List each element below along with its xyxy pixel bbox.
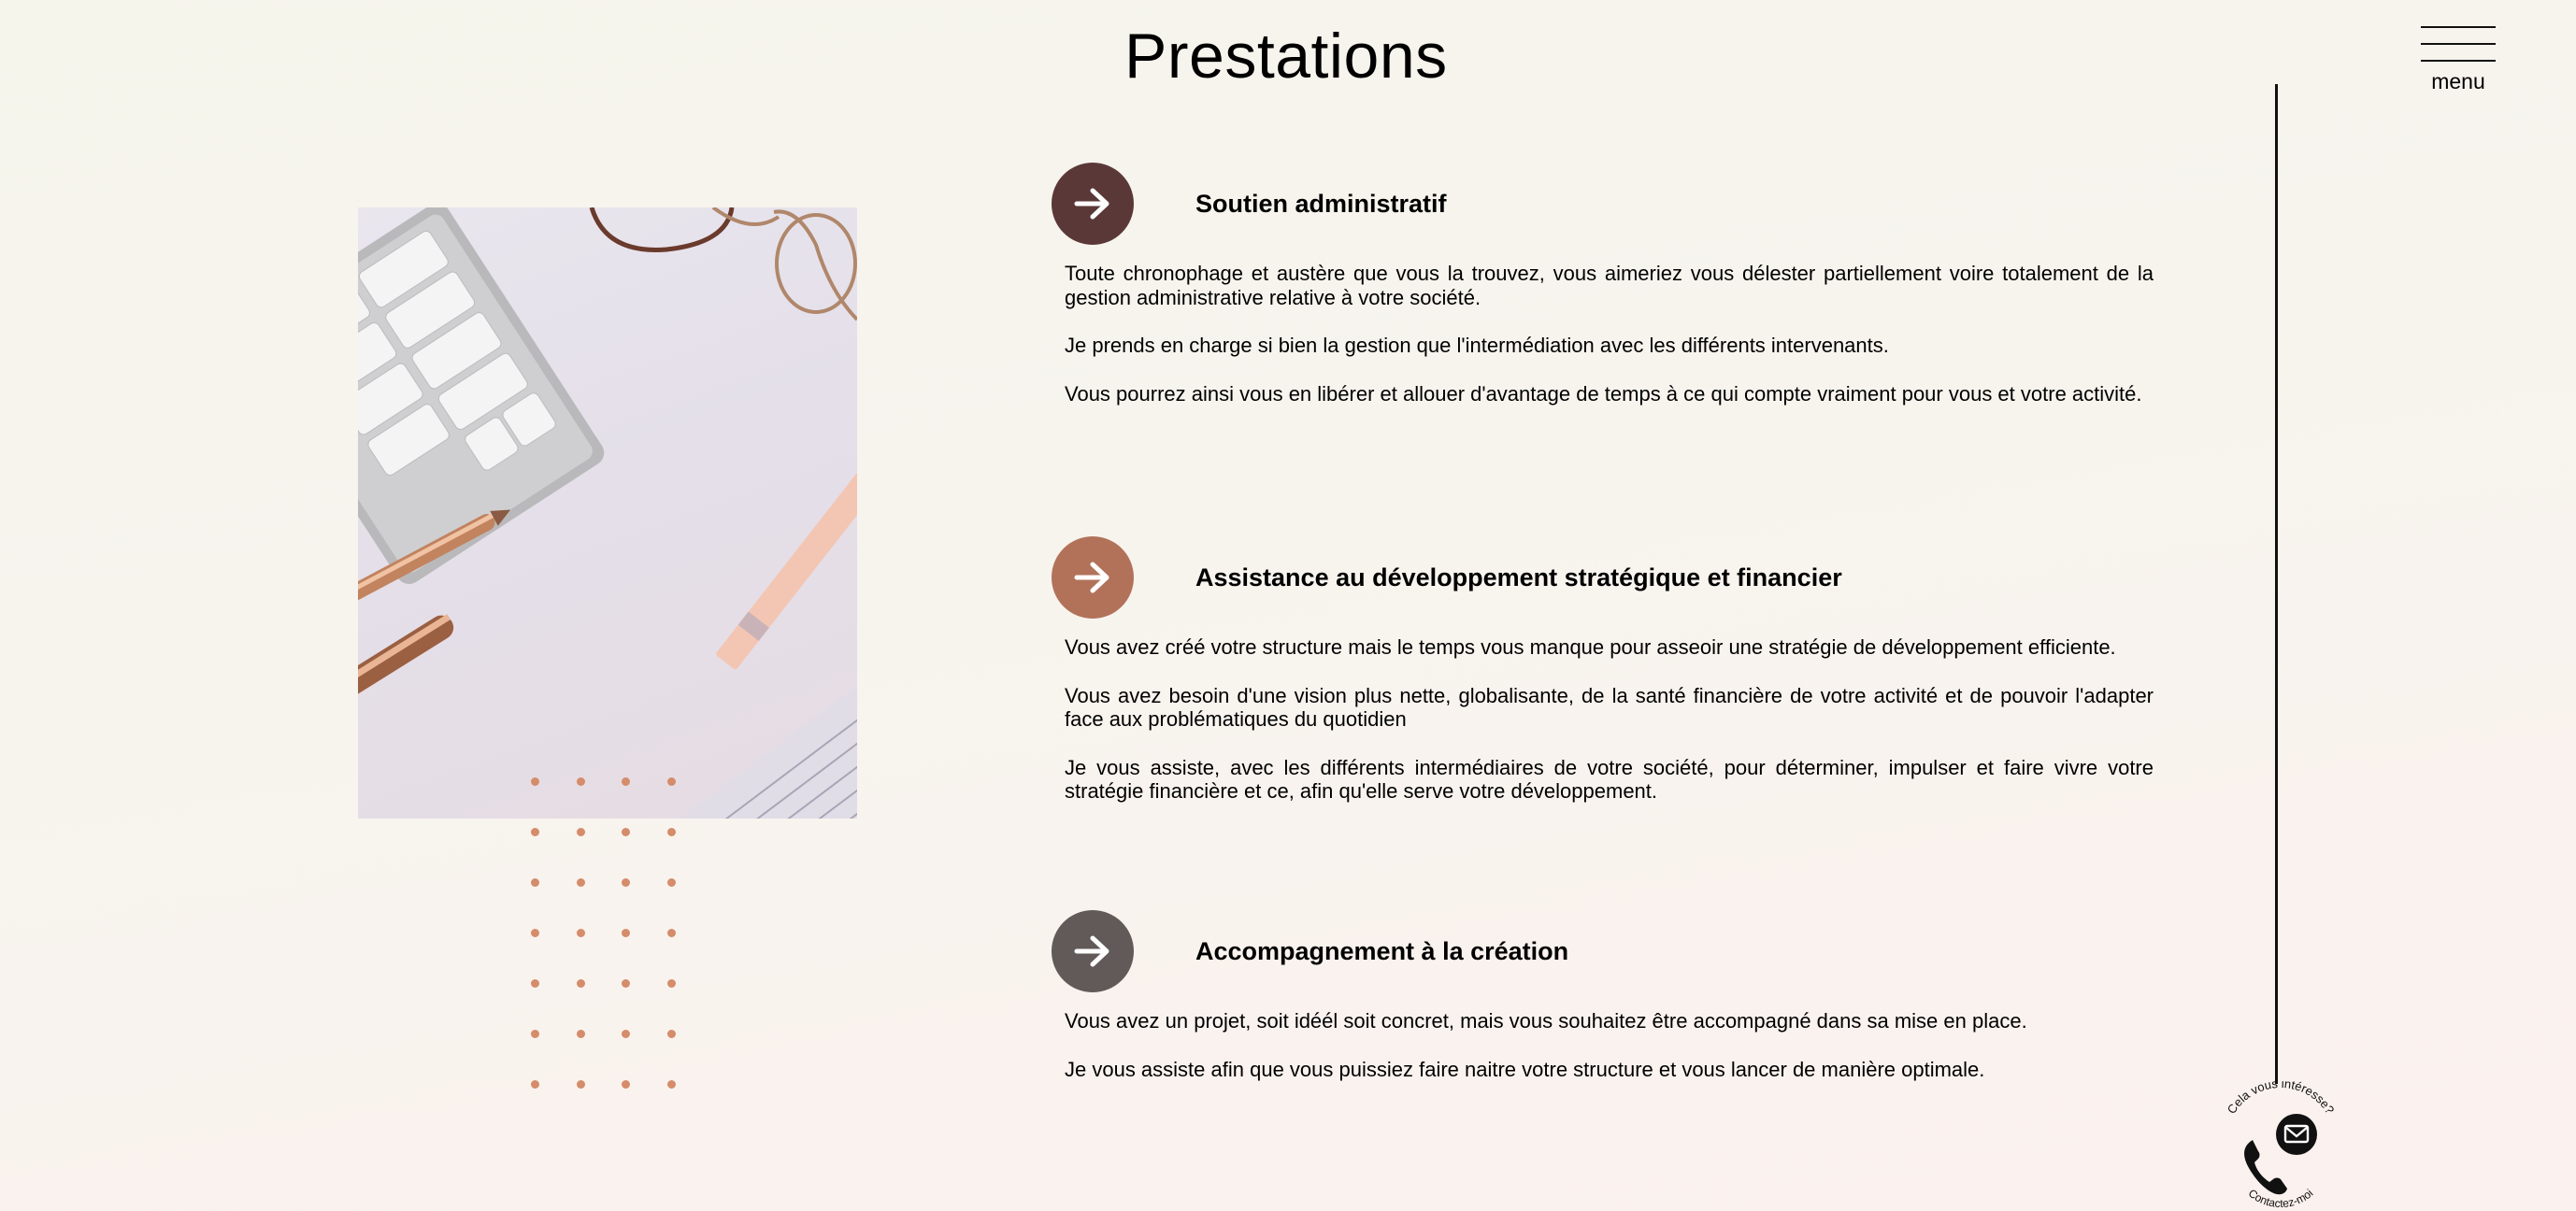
phone-icon xyxy=(2244,1140,2287,1195)
service-paragraph: Toute chronophage et austère que vous la… xyxy=(1065,262,2154,309)
menu-button[interactable]: menu xyxy=(2419,24,2497,95)
service-paragraph: Vous avez créé votre structure mais le t… xyxy=(1065,635,2116,659)
decorative-dot xyxy=(666,1080,676,1089)
service-paragraph: Je vous assiste afin que vous puissiez f… xyxy=(1065,1057,1985,1081)
decorative-dot xyxy=(576,929,585,937)
arrow-right-icon[interactable] xyxy=(1052,163,1134,245)
decorative-dot xyxy=(666,878,676,887)
service-paragraph: Vous pourrez ainsi vous en libérer et al… xyxy=(1065,381,2142,406)
arrow-right-icon[interactable] xyxy=(1052,536,1134,619)
decorative-dot xyxy=(666,1030,676,1038)
decorative-dot xyxy=(531,979,539,988)
desk-photo xyxy=(358,207,857,819)
menu-label: menu xyxy=(2431,69,2485,93)
decorative-dot xyxy=(666,777,676,786)
hamburger-icon-bar xyxy=(2421,43,2496,45)
decorative-dot xyxy=(622,1080,630,1089)
contact-badge[interactable]: Cela vous intéresse? Contactez-moi xyxy=(2215,1076,2346,1211)
service-paragraph: Je vous assiste, avec les différents int… xyxy=(1065,755,2154,804)
decorative-dot xyxy=(576,828,585,836)
decorative-dot xyxy=(576,1080,585,1089)
page-title: Prestations xyxy=(1124,21,1448,92)
service-title: Assistance au développement stratégique … xyxy=(1195,563,1842,591)
decorative-dot xyxy=(531,929,539,937)
contact-top-text: Cela vous intéresse? xyxy=(2225,1080,2338,1117)
service-title: Soutien administratif xyxy=(1195,190,1447,218)
decorative-dot xyxy=(531,878,539,887)
envelope-icon xyxy=(2276,1114,2317,1155)
decorative-dot xyxy=(531,1080,539,1089)
decorative-dot xyxy=(666,929,676,937)
service-paragraph: Vous avez un projet, soit idéél soit con… xyxy=(1065,1009,2027,1033)
arrow-right-icon[interactable] xyxy=(1052,910,1134,992)
decorative-dot xyxy=(622,878,630,887)
service-paragraph: Vous avez besoin d'une vision plus nette… xyxy=(1065,683,2154,732)
decorative-dot xyxy=(622,929,630,937)
decorative-dot xyxy=(576,878,585,887)
decorative-dot-grid xyxy=(531,777,690,1095)
decorative-dot xyxy=(531,828,539,836)
hamburger-icon-bar xyxy=(2421,26,2496,28)
decorative-dot xyxy=(622,979,630,988)
decorative-dot xyxy=(666,828,676,836)
decorative-dot xyxy=(622,777,630,786)
decorative-dot xyxy=(622,828,630,836)
vertical-divider xyxy=(2275,84,2278,1084)
hamburger-icon-bar xyxy=(2421,60,2496,62)
decorative-dot xyxy=(576,979,585,988)
decorative-dot xyxy=(622,1030,630,1038)
decorative-dot xyxy=(576,777,585,786)
service-title: Accompagnement à la création xyxy=(1195,937,1569,965)
decorative-dot xyxy=(576,1030,585,1038)
service-paragraph: Je prends en charge si bien la gestion q… xyxy=(1065,334,1889,357)
decorative-dot xyxy=(531,1030,539,1038)
decorative-dot xyxy=(531,777,539,786)
decorative-dot xyxy=(666,979,676,988)
